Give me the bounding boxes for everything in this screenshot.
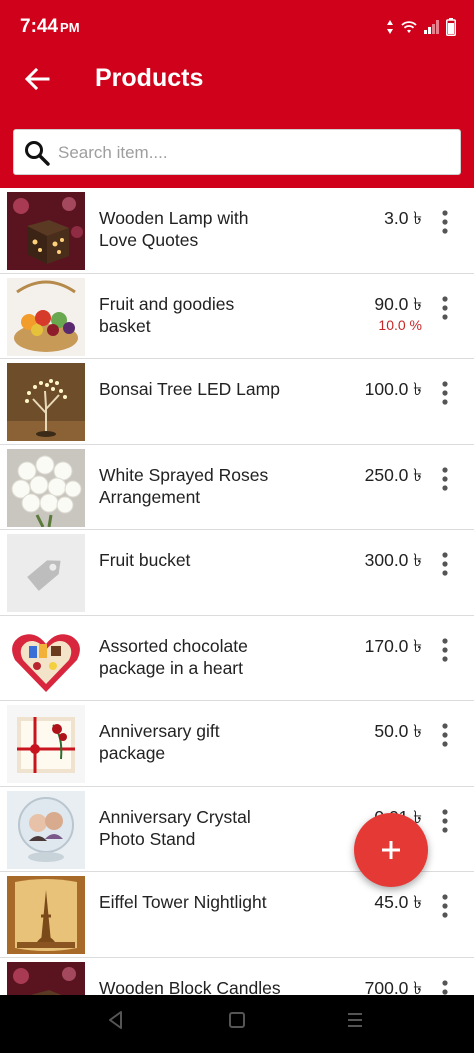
data-arrows-icon bbox=[387, 20, 393, 34]
product-price: 3.0 ৳ bbox=[384, 208, 422, 228]
product-image bbox=[7, 705, 85, 783]
price-column: 100.0 ৳ bbox=[365, 378, 422, 400]
product-price: 50.0 ৳ bbox=[374, 721, 422, 741]
search-icon bbox=[25, 141, 50, 166]
product-row[interactable]: Assorted chocolate package in a heart 170… bbox=[0, 615, 474, 701]
back-button[interactable] bbox=[22, 64, 52, 94]
product-name: Bonsai Tree LED Lamp bbox=[99, 379, 280, 399]
product-name: Fruit bucket bbox=[99, 550, 191, 570]
status-time: 7:44 PM bbox=[20, 16, 80, 37]
more-vertical-icon bbox=[442, 894, 448, 918]
status-icons bbox=[386, 16, 456, 38]
more-vertical-icon bbox=[442, 210, 448, 234]
page-title: Products bbox=[95, 64, 204, 92]
product-image bbox=[7, 961, 85, 995]
product-price: 300.0 ৳ bbox=[364, 550, 422, 570]
product-discount: 10.0 % bbox=[378, 316, 422, 333]
signal-icon bbox=[424, 20, 439, 34]
more-vertical-icon bbox=[442, 637, 448, 662]
status-ampm: PM bbox=[60, 20, 80, 35]
search-input[interactable] bbox=[58, 138, 448, 168]
product-row[interactable]: White Sprayed Roses Arrangement 250.0 ৳ bbox=[0, 444, 474, 530]
product-image bbox=[7, 876, 85, 954]
more-vertical-icon bbox=[442, 979, 448, 995]
price-column: 45.0 ৳ bbox=[374, 891, 422, 913]
product-price: 700.0 ৳ bbox=[364, 977, 422, 996]
wifi-icon bbox=[401, 21, 417, 33]
product-row[interactable]: Wooden Block Candles 700.0 ৳ bbox=[0, 957, 474, 996]
more-options-button[interactable] bbox=[436, 807, 454, 835]
product-name: White Sprayed Roses Arrangement bbox=[99, 464, 269, 507]
product-name: Anniversary Crystal Photo Stand bbox=[99, 806, 251, 849]
system-nav-bar bbox=[0, 995, 474, 1053]
app-header: 7:44 PM Products bbox=[0, 0, 474, 188]
product-price: 90.0 ৳ bbox=[374, 293, 422, 314]
product-name: Anniversary gift package bbox=[99, 721, 220, 763]
price-column: 3.0 ৳ bbox=[384, 207, 422, 229]
more-vertical-icon bbox=[442, 466, 448, 491]
product-row[interactable]: Fruit and goodies basket 90.0 ৳ 10.0 % bbox=[0, 273, 474, 359]
products-screen: 7:44PM Products Wooden Lamp with Love Qu… bbox=[0, 0, 474, 995]
price-column: 50.0 ৳ bbox=[374, 720, 422, 742]
more-vertical-icon bbox=[442, 808, 448, 833]
product-name: Fruit and goodies basket bbox=[99, 293, 235, 336]
arrow-left-icon bbox=[24, 68, 50, 90]
product-price: 250.0 ৳ bbox=[364, 464, 422, 485]
product-name: Wooden Block Candles bbox=[99, 977, 281, 996]
product-row[interactable]: Wooden Lamp with Love Quotes 3.0 ৳ bbox=[0, 188, 474, 274]
price-column: 700.0 ৳ bbox=[365, 977, 422, 996]
product-image bbox=[7, 448, 85, 527]
battery-icon bbox=[446, 18, 456, 36]
more-options-button[interactable] bbox=[436, 978, 454, 996]
more-options-button[interactable] bbox=[436, 721, 454, 749]
product-image bbox=[7, 790, 85, 869]
plus-icon bbox=[382, 841, 400, 859]
price-column: 170.0 ৳ bbox=[365, 635, 422, 657]
product-image bbox=[7, 192, 85, 270]
more-options-button[interactable] bbox=[436, 636, 454, 664]
search-bar[interactable] bbox=[13, 129, 461, 175]
product-image bbox=[7, 619, 85, 698]
nav-menu-icon[interactable] bbox=[346, 1011, 364, 1029]
product-image bbox=[7, 363, 85, 441]
product-price: 100.0 ৳ bbox=[364, 379, 422, 399]
more-vertical-icon bbox=[442, 552, 448, 576]
more-options-button[interactable] bbox=[436, 294, 454, 322]
product-row[interactable]: Fruit bucket 300.0 ৳ bbox=[0, 530, 474, 616]
price-column: 90.0 ৳ 10.0 % bbox=[374, 293, 422, 333]
more-vertical-icon bbox=[442, 295, 448, 320]
nav-back-icon[interactable] bbox=[107, 1010, 125, 1030]
product-row[interactable]: Bonsai Tree LED Lamp 100.0 ৳ bbox=[0, 359, 474, 445]
more-vertical-icon bbox=[442, 723, 448, 747]
nav-home-icon[interactable] bbox=[228, 1011, 246, 1029]
product-row[interactable]: Anniversary gift package 50.0 ৳ bbox=[0, 701, 474, 787]
add-product-button[interactable] bbox=[354, 813, 428, 887]
price-column: 300.0 ৳ bbox=[365, 549, 422, 571]
more-options-button[interactable] bbox=[436, 892, 454, 920]
product-image bbox=[7, 534, 85, 612]
product-name: Wooden Lamp with Love Quotes bbox=[99, 208, 249, 250]
more-options-button[interactable] bbox=[436, 379, 454, 407]
product-price: 170.0 ৳ bbox=[364, 635, 422, 656]
more-options-button[interactable] bbox=[436, 208, 454, 236]
product-price: 45.0 ৳ bbox=[374, 892, 422, 912]
product-image bbox=[7, 277, 85, 356]
more-options-button[interactable] bbox=[436, 465, 454, 493]
more-options-button[interactable] bbox=[436, 550, 454, 578]
product-name: Eiffel Tower Nightlight bbox=[99, 892, 267, 912]
price-column: 250.0 ৳ bbox=[365, 464, 422, 486]
more-vertical-icon bbox=[442, 381, 448, 405]
product-name: Assorted chocolate package in a heart bbox=[99, 635, 248, 678]
